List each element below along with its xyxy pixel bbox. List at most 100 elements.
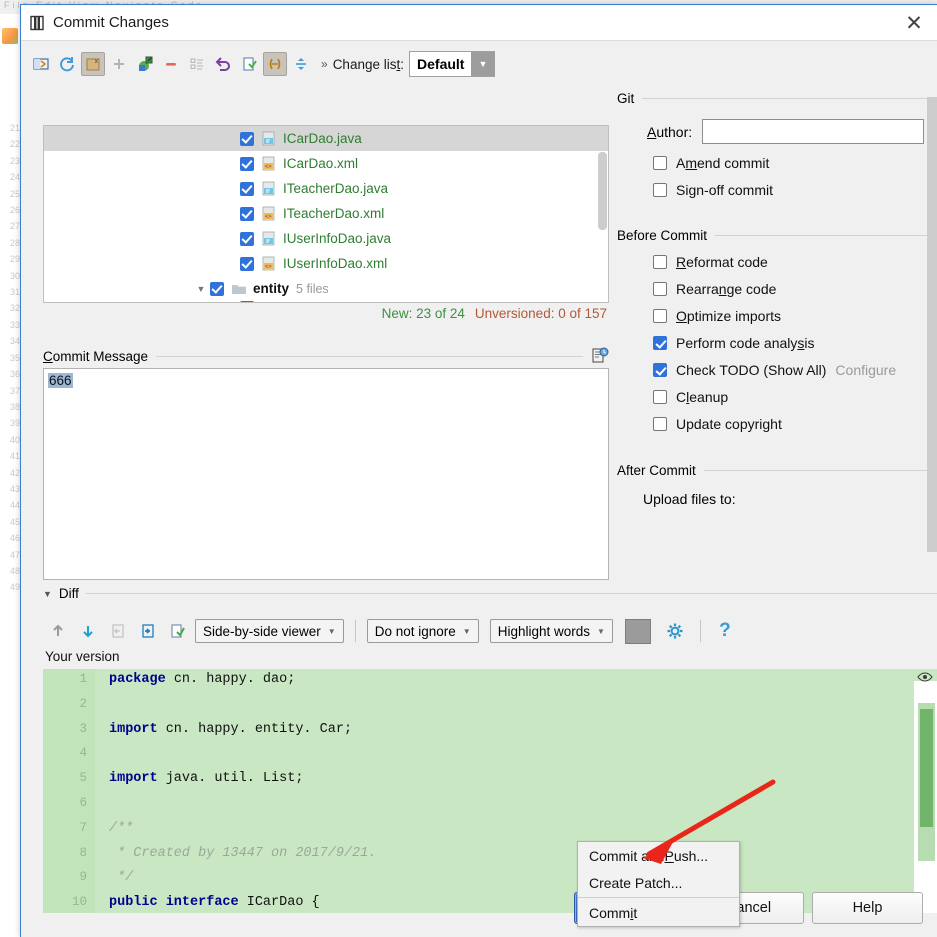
changed-files-list[interactable]: ICarDao.java <> ICarDao.xml ITeacherDao.…: [43, 125, 609, 303]
author-label: Author:: [647, 123, 693, 140]
after-commit-group-title: After Commit: [617, 463, 696, 478]
show-diff-preview-icon[interactable]: [237, 52, 261, 76]
code-scroll-track[interactable]: [914, 681, 937, 913]
highlight-mode-select[interactable]: Highlight words ▼: [489, 619, 613, 643]
help-button[interactable]: Help: [812, 892, 923, 924]
close-icon[interactable]: ✕: [891, 5, 937, 41]
optimize-imports-label: Optimize imports: [676, 308, 782, 324]
checkbox-cleanup[interactable]: Cleanup: [653, 389, 937, 405]
chevron-down-icon: ▼: [597, 626, 605, 636]
file-checkbox[interactable]: [240, 231, 254, 246]
divider: [699, 620, 701, 642]
diff-code-editor[interactable]: 1 package cn. happy. dao; 2 3 import cn. hap…: [43, 669, 937, 913]
viewer-mode-select[interactable]: Side-by-side viewer ▼: [195, 619, 344, 643]
menu-item-create-patch[interactable]: Create Patch...: [578, 869, 739, 896]
ide-line-number: 49: [9, 582, 20, 593]
list-item[interactable]: ITeacherDao.java: [44, 176, 608, 201]
ide-line-number: 26: [9, 205, 20, 216]
file-checkbox[interactable]: [240, 131, 254, 146]
file-checkbox[interactable]: [240, 301, 254, 302]
file-checkbox[interactable]: [240, 156, 254, 171]
commit-message-value: 666: [48, 373, 73, 388]
folder-checkbox[interactable]: [210, 281, 224, 296]
group-by-icon[interactable]: [185, 52, 209, 76]
author-input[interactable]: [702, 119, 924, 144]
file-checkbox[interactable]: [240, 256, 254, 271]
ignore-policy-select[interactable]: Do not ignore ▼: [366, 619, 479, 643]
optimize-imports-checkbox[interactable]: [653, 309, 667, 323]
checkbox-check-todo[interactable]: Check TODO (Show All) Configure: [653, 362, 937, 378]
previous-difference-icon[interactable]: [45, 618, 71, 644]
refresh-icon[interactable]: [55, 52, 79, 76]
ide-line-number: 32: [9, 303, 20, 314]
list-item[interactable]: ▼ entity 5 files: [44, 276, 608, 301]
filelist-status: New: 23 of 24 Unversioned: 0 of 157: [43, 306, 609, 321]
preview-eye-icon[interactable]: [915, 669, 935, 685]
cleanup-checkbox[interactable]: [653, 390, 667, 404]
move-to-changelist-icon[interactable]: [133, 52, 157, 76]
update-copyright-label: Update copyright: [676, 416, 782, 432]
menu-item-commit[interactable]: Comm i t: [578, 899, 739, 926]
changelist-selector: » Change list: Default ▼: [321, 51, 496, 77]
checkbox-optimize-imports[interactable]: Optimize imports: [653, 308, 937, 324]
ide-line-number: 27: [9, 221, 20, 232]
divider: [703, 470, 937, 471]
list-item[interactable]: <> ITeacherDao.xml: [44, 201, 608, 226]
next-difference-icon[interactable]: [75, 618, 101, 644]
check-todo-checkbox[interactable]: [653, 363, 667, 377]
reformat-code-label: Reformat code: [676, 254, 768, 270]
configure-link[interactable]: Configure: [835, 362, 896, 378]
checkbox-perform-code-analysis[interactable]: Perform code analysis: [653, 335, 937, 351]
ide-line-number-gutter: 21 22 23 24 25 26 27 28 29 30 31 32 33 34 35 36 37 38 39 40…: [0, 120, 22, 880]
file-checkbox[interactable]: [240, 206, 254, 221]
file-checkbox[interactable]: [240, 181, 254, 196]
delete-changelist-icon[interactable]: x: [81, 52, 105, 76]
color-swatch[interactable]: [624, 618, 651, 644]
changelist-combo[interactable]: Default ▼: [409, 51, 496, 77]
accept-right-icon[interactable]: [135, 618, 161, 644]
menu-item-commit-and-push[interactable]: Commit and Push...: [578, 842, 739, 869]
apply-changes-icon[interactable]: [165, 618, 191, 644]
ide-line-number: 28: [9, 237, 20, 248]
sign-off-commit-checkbox[interactable]: [653, 183, 667, 197]
help-icon[interactable]: ?: [712, 618, 738, 644]
list-item[interactable]: <> ICarDao.xml: [44, 151, 608, 176]
perform-code-analysis-checkbox[interactable]: [653, 336, 667, 350]
ide-line-number: 23: [9, 155, 20, 166]
code-line: import cn. happy. entity. Car;: [109, 721, 353, 737]
checkbox-reformat-code[interactable]: Reformat code: [653, 254, 937, 270]
commit-message-input[interactable]: 666: [43, 368, 609, 580]
settings-gear-icon[interactable]: [663, 618, 689, 644]
rollback-icon[interactable]: [211, 52, 235, 76]
menu-separator: [578, 897, 739, 898]
chevron-down-icon[interactable]: ▼: [194, 284, 208, 294]
collapse-icon[interactable]: [263, 52, 287, 76]
list-item-partial[interactable]: [44, 301, 608, 302]
add-icon[interactable]: [107, 52, 131, 76]
checkbox-sign-off-commit[interactable]: Sign-off commit: [653, 182, 937, 198]
checkbox-rearrange-code[interactable]: Rearrange code: [653, 281, 937, 297]
code-line-number: 2: [79, 696, 87, 711]
accept-left-icon[interactable]: [105, 618, 131, 644]
commit-message-header: Commit Message: [43, 347, 609, 365]
code-line: * Created by 13447 on 2017/9/21.: [109, 845, 377, 861]
code-line: /**: [109, 820, 134, 836]
remove-icon[interactable]: [159, 52, 183, 76]
reformat-code-checkbox[interactable]: [653, 255, 667, 269]
filelist-scrollbar[interactable]: [598, 152, 607, 230]
list-item[interactable]: IUserInfoDao.java: [44, 226, 608, 251]
expand-all-icon[interactable]: [289, 52, 313, 76]
checkbox-update-copyright[interactable]: Update copyright: [653, 416, 937, 432]
checkbox-amend-commit[interactable]: Amend commit: [653, 155, 937, 171]
viewer-mode-value: Side-by-side viewer: [203, 623, 321, 639]
chevron-down-icon[interactable]: ▼: [43, 589, 52, 599]
options-scrollbar[interactable]: [927, 97, 937, 552]
code-line-number: 6: [79, 796, 87, 810]
message-history-icon[interactable]: [591, 347, 609, 365]
list-item[interactable]: <> IUserInfoDao.xml: [44, 251, 608, 276]
update-copyright-checkbox[interactable]: [653, 417, 667, 431]
rearrange-code-checkbox[interactable]: [653, 282, 667, 296]
amend-commit-checkbox[interactable]: [653, 156, 667, 170]
show-diff-icon[interactable]: [29, 52, 53, 76]
list-item[interactable]: ICarDao.java: [44, 126, 608, 151]
